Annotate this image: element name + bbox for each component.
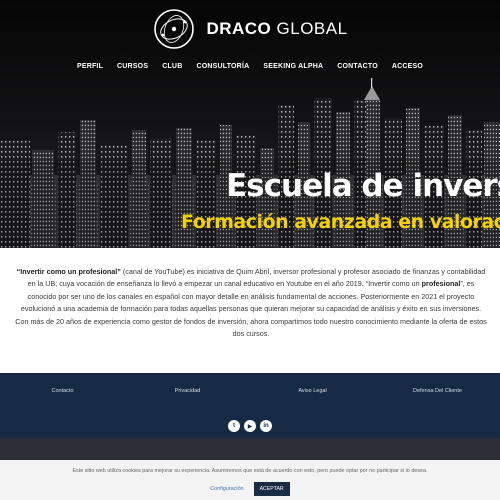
footer-link-privacidad[interactable]: Privacidad [125,388,250,394]
youtube-icon[interactable]: ▶ [244,420,256,432]
twitter-icon[interactable]: t [228,420,240,432]
footer-bottom-bar [0,438,500,460]
footer-link-defensa-cliente[interactable]: Defensa Del Cliente [375,388,500,394]
footer-link-contacto[interactable]: Contacto [0,388,125,394]
nav-cursos[interactable]: CURSOS [110,63,155,70]
brand-name: DRACO GLOBAL [206,19,347,39]
hero-banner: DRACO GLOBAL PERFIL CURSOS CLUB CONSULTO… [0,0,500,248]
site-footer: Contacto Privacidad Aviso Legal Defensa … [0,373,500,438]
cookie-config-link[interactable]: Configuración [210,486,243,492]
cookie-text: Este sitio web utiliza cookies para mejo… [72,468,428,474]
nav-acceso[interactable]: ACCESO [385,63,430,70]
intro-paragraph: “Invertir como un profesional” (canal de… [14,266,488,340]
nav-contacto[interactable]: CONTACTO [330,63,385,70]
intro-quote-2: profesional [421,279,461,289]
brand-logo[interactable]: DRACO GLOBAL [0,6,500,52]
brand-name-light: GLOBAL [276,19,348,38]
linkedin-icon[interactable]: in [260,420,272,432]
nav-consultoria[interactable]: CONSULTORÍA [189,63,256,70]
social-links: t ▶ in [0,420,500,432]
draco-globe-icon [154,9,195,49]
nav-club[interactable]: CLUB [155,63,189,70]
cookie-accept-button[interactable]: ACEPTAR [253,482,290,496]
cookie-actions: Configuración ACEPTAR [0,482,500,496]
footer-link-aviso-legal[interactable]: Aviso Legal [250,388,375,394]
brand-name-bold: DRACO [206,19,272,38]
footer-links: Contacto Privacidad Aviso Legal Defensa … [0,388,500,394]
hero-subtitle: Formación avanzada en valoración [181,211,500,233]
hero-title: Escuela de inversi [226,168,500,204]
main-nav: PERFIL CURSOS CLUB CONSULTORÍA SEEKING A… [0,63,500,70]
nav-perfil[interactable]: PERFIL [70,63,110,70]
cookie-banner: Este sitio web utiliza cookies para mejo… [0,460,500,500]
intro-quote-1: “Invertir como un profesional” [16,267,121,276]
nav-seeking-alpha[interactable]: SEEKING ALPHA [256,63,330,70]
